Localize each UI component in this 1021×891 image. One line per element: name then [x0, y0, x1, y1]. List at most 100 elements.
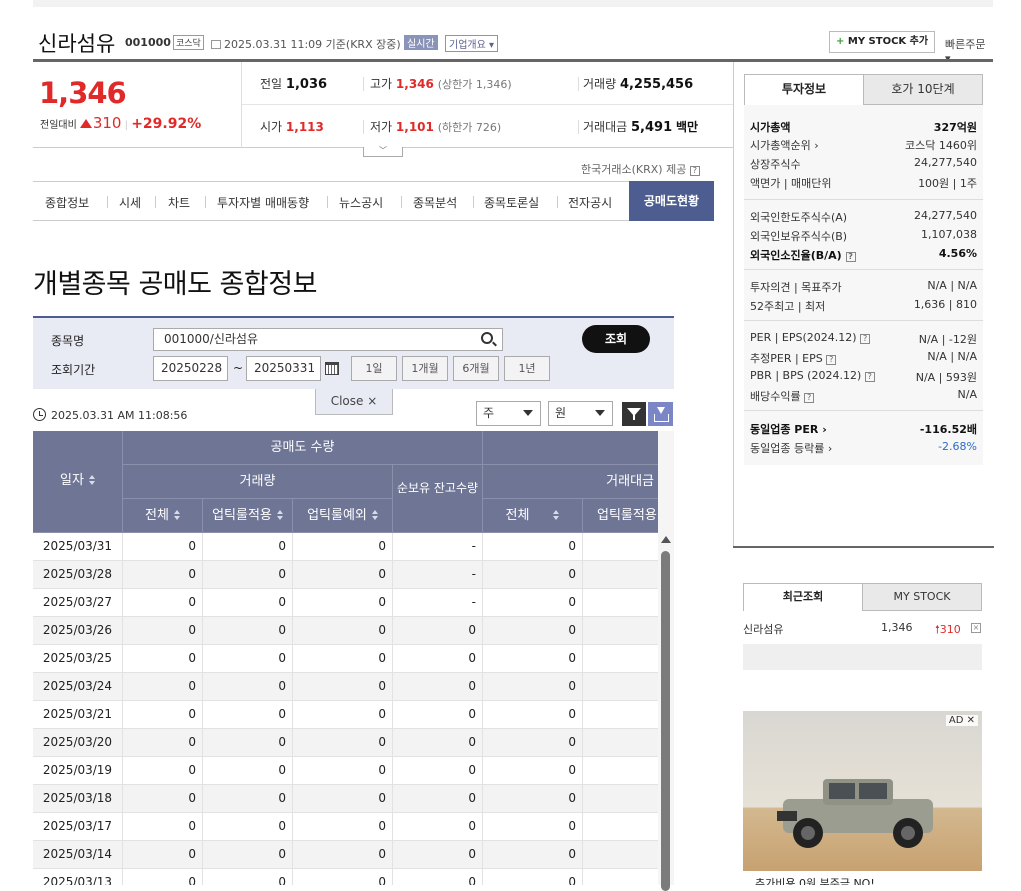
table-row[interactable]: 2025/03/24 0 0 0 0 0 — [33, 673, 658, 701]
help-icon[interactable]: ? — [845, 252, 856, 262]
tab-news[interactable]: 뉴스공시 — [339, 194, 383, 211]
cap-rank-label[interactable]: 시가총액순위 › — [750, 137, 819, 153]
sort-icon[interactable] — [553, 510, 560, 520]
pbr-text: PBR | BPS (2024.12) — [750, 369, 862, 382]
high: 고가 1,346 (상한가 1,346) — [370, 75, 512, 92]
cell-amt-total: 0 — [483, 589, 583, 617]
tab-mystock[interactable]: MY STOCK — [862, 583, 982, 611]
low-label: 저가 — [370, 120, 393, 134]
tab-orderbook[interactable]: 호가 10단계 — [863, 74, 983, 105]
query-button[interactable]: 조회 — [582, 325, 650, 353]
realtime-badge[interactable]: 실시간 — [404, 35, 438, 50]
open-value: 1,113 — [285, 120, 324, 134]
cell-total: 0 — [123, 645, 203, 673]
col-total-header[interactable]: 전체 — [123, 499, 203, 533]
help-icon[interactable]: ? — [804, 393, 815, 403]
ad-badge[interactable]: AD ✕ — [945, 715, 978, 726]
download-icon[interactable] — [648, 402, 673, 426]
table-row[interactable]: 2025/03/18 0 0 0 0 0 — [33, 785, 658, 813]
table-row[interactable]: 2025/03/21 0 0 0 0 0 — [33, 701, 658, 729]
help-icon[interactable]: ? — [826, 355, 837, 365]
col-net-hold-header[interactable]: 순보유 잔고수량 — [393, 465, 483, 533]
close-button[interactable]: Close × — [315, 389, 393, 415]
tab-disclosure[interactable]: 전자공시 — [568, 194, 612, 211]
table-row[interactable]: 2025/03/31 0 0 0-0 — [33, 533, 658, 561]
end-date-input[interactable]: 20250331 — [246, 356, 321, 381]
col-uptick-header[interactable]: 업틱룰적용 — [203, 499, 293, 533]
remove-icon[interactable]: × — [971, 623, 981, 633]
table-row[interactable]: 2025/03/14 0 0 0 0 0 — [33, 841, 658, 869]
shares-value: 24,277,540 — [914, 156, 977, 169]
table-row[interactable]: 2025/03/25 0 0 0 0 0 — [33, 645, 658, 673]
stock-search-input[interactable]: 001000/신라섬유 — [153, 328, 503, 351]
add-mystock-button[interactable]: + MY STOCK 추가 — [829, 31, 936, 53]
tab-short-selling[interactable]: 공매도현황 — [629, 181, 714, 221]
par-value: 100원 | 1주 — [918, 177, 977, 190]
scroll-up-icon[interactable] — [661, 536, 671, 543]
cell-total: 0 — [123, 617, 203, 645]
help-icon[interactable]: ? — [860, 334, 871, 344]
pbr-label: PBR | BPS (2024.12) ? — [750, 369, 875, 382]
sector-per-label[interactable]: 동일업종 PER › — [750, 421, 827, 437]
tab-discussion[interactable]: 종목토론실 — [484, 194, 539, 211]
table-row[interactable]: 2025/03/17 0 0 0 0 0 — [33, 813, 658, 841]
search-panel: 종목명 001000/신라섬유 조회 조회기간 20250228 ~ 20250… — [33, 316, 674, 389]
filter-icon[interactable] — [622, 402, 646, 426]
table-row[interactable]: 2025/03/26 0 0 0 0 0 — [33, 617, 658, 645]
sort-icon[interactable] — [276, 510, 283, 520]
tab-analysis[interactable]: 종목분석 — [413, 194, 457, 211]
sector-change-label[interactable]: 동일업종 등락률 › — [750, 440, 832, 456]
cell-date: 2025/03/24 — [33, 673, 123, 701]
change-percent: +29.92% — [131, 116, 202, 132]
calendar-icon[interactable] — [325, 362, 339, 375]
sort-icon[interactable] — [371, 510, 378, 520]
scroll-thumb[interactable] — [661, 551, 670, 891]
recent-stock-name[interactable]: 신라섬유 — [743, 621, 783, 637]
period-1y-button[interactable]: 1년 — [504, 356, 550, 381]
help-icon[interactable]: ? — [864, 372, 875, 382]
table-row[interactable]: 2025/03/28 0 0 0-0 — [33, 561, 658, 589]
table-row[interactable]: 2025/03/13 0 0 0 0 0 — [33, 869, 658, 885]
cell-total: 0 — [123, 701, 203, 729]
stock-name[interactable]: 신라섬유 — [38, 28, 115, 58]
col-amount-uptick-header[interactable]: 업틱룰적용 — [583, 499, 658, 533]
tab-investor-trend[interactable]: 투자자별 매매동향 — [217, 194, 309, 211]
period-1d-button[interactable]: 1일 — [351, 356, 397, 381]
table-row[interactable]: 2025/03/20 0 0 0 0 0 — [33, 729, 658, 757]
tab-overview[interactable]: 종합정보 — [45, 194, 89, 211]
cell-total: 0 — [123, 841, 203, 869]
help-icon[interactable]: ? — [689, 166, 700, 176]
sort-icon[interactable] — [88, 475, 95, 485]
start-date-input[interactable]: 20250228 — [153, 356, 228, 381]
col-date-header[interactable]: 일자 — [33, 431, 123, 533]
divider — [242, 104, 733, 105]
tab-quotes[interactable]: 시세 — [119, 194, 141, 211]
currency-unit-select[interactable]: 원 — [548, 401, 613, 426]
table-row[interactable]: 2025/03/19 0 0 0 0 0 — [33, 757, 658, 785]
grid-scrollbar[interactable] — [658, 431, 674, 891]
divider — [557, 196, 558, 208]
tab-recent[interactable]: 최근조회 — [743, 583, 863, 611]
col-amount-total-header[interactable]: 전체 — [483, 499, 583, 533]
search-icon[interactable] — [481, 332, 493, 344]
period-1m-button[interactable]: 1개월 — [402, 356, 448, 381]
period-6m-button[interactable]: 6개월 — [453, 356, 499, 381]
company-overview-dropdown[interactable]: 기업개요 ▾ — [445, 35, 499, 52]
date-header-label: 일자 — [60, 473, 84, 488]
tab-invest-info[interactable]: 투자정보 — [744, 74, 864, 105]
cell-net: 0 — [393, 841, 483, 869]
low-value: 1,101 — [395, 120, 434, 134]
ad-banner[interactable]: AD ✕ 추가비용 0원 부주금 NO! — [743, 711, 982, 885]
sector-per-text: 동일업종 PER — [750, 423, 819, 436]
col-except-header[interactable]: 업틱룰예외 — [293, 499, 393, 533]
est-per-value: N/A | N/A — [927, 350, 977, 363]
col-short-qty-header: 공매도 수량 — [123, 431, 483, 465]
period-unit-select[interactable]: 주 — [476, 401, 541, 426]
tab-chart[interactable]: 차트 — [168, 194, 190, 211]
sector-change-value: -2.68% — [938, 440, 977, 453]
cell-net: 0 — [393, 757, 483, 785]
cell-date: 2025/03/14 — [33, 841, 123, 869]
sort-icon[interactable] — [173, 510, 180, 520]
expand-chevron-button[interactable]: ﹀ — [363, 147, 403, 157]
table-row[interactable]: 2025/03/27 0 0 0-0 — [33, 589, 658, 617]
